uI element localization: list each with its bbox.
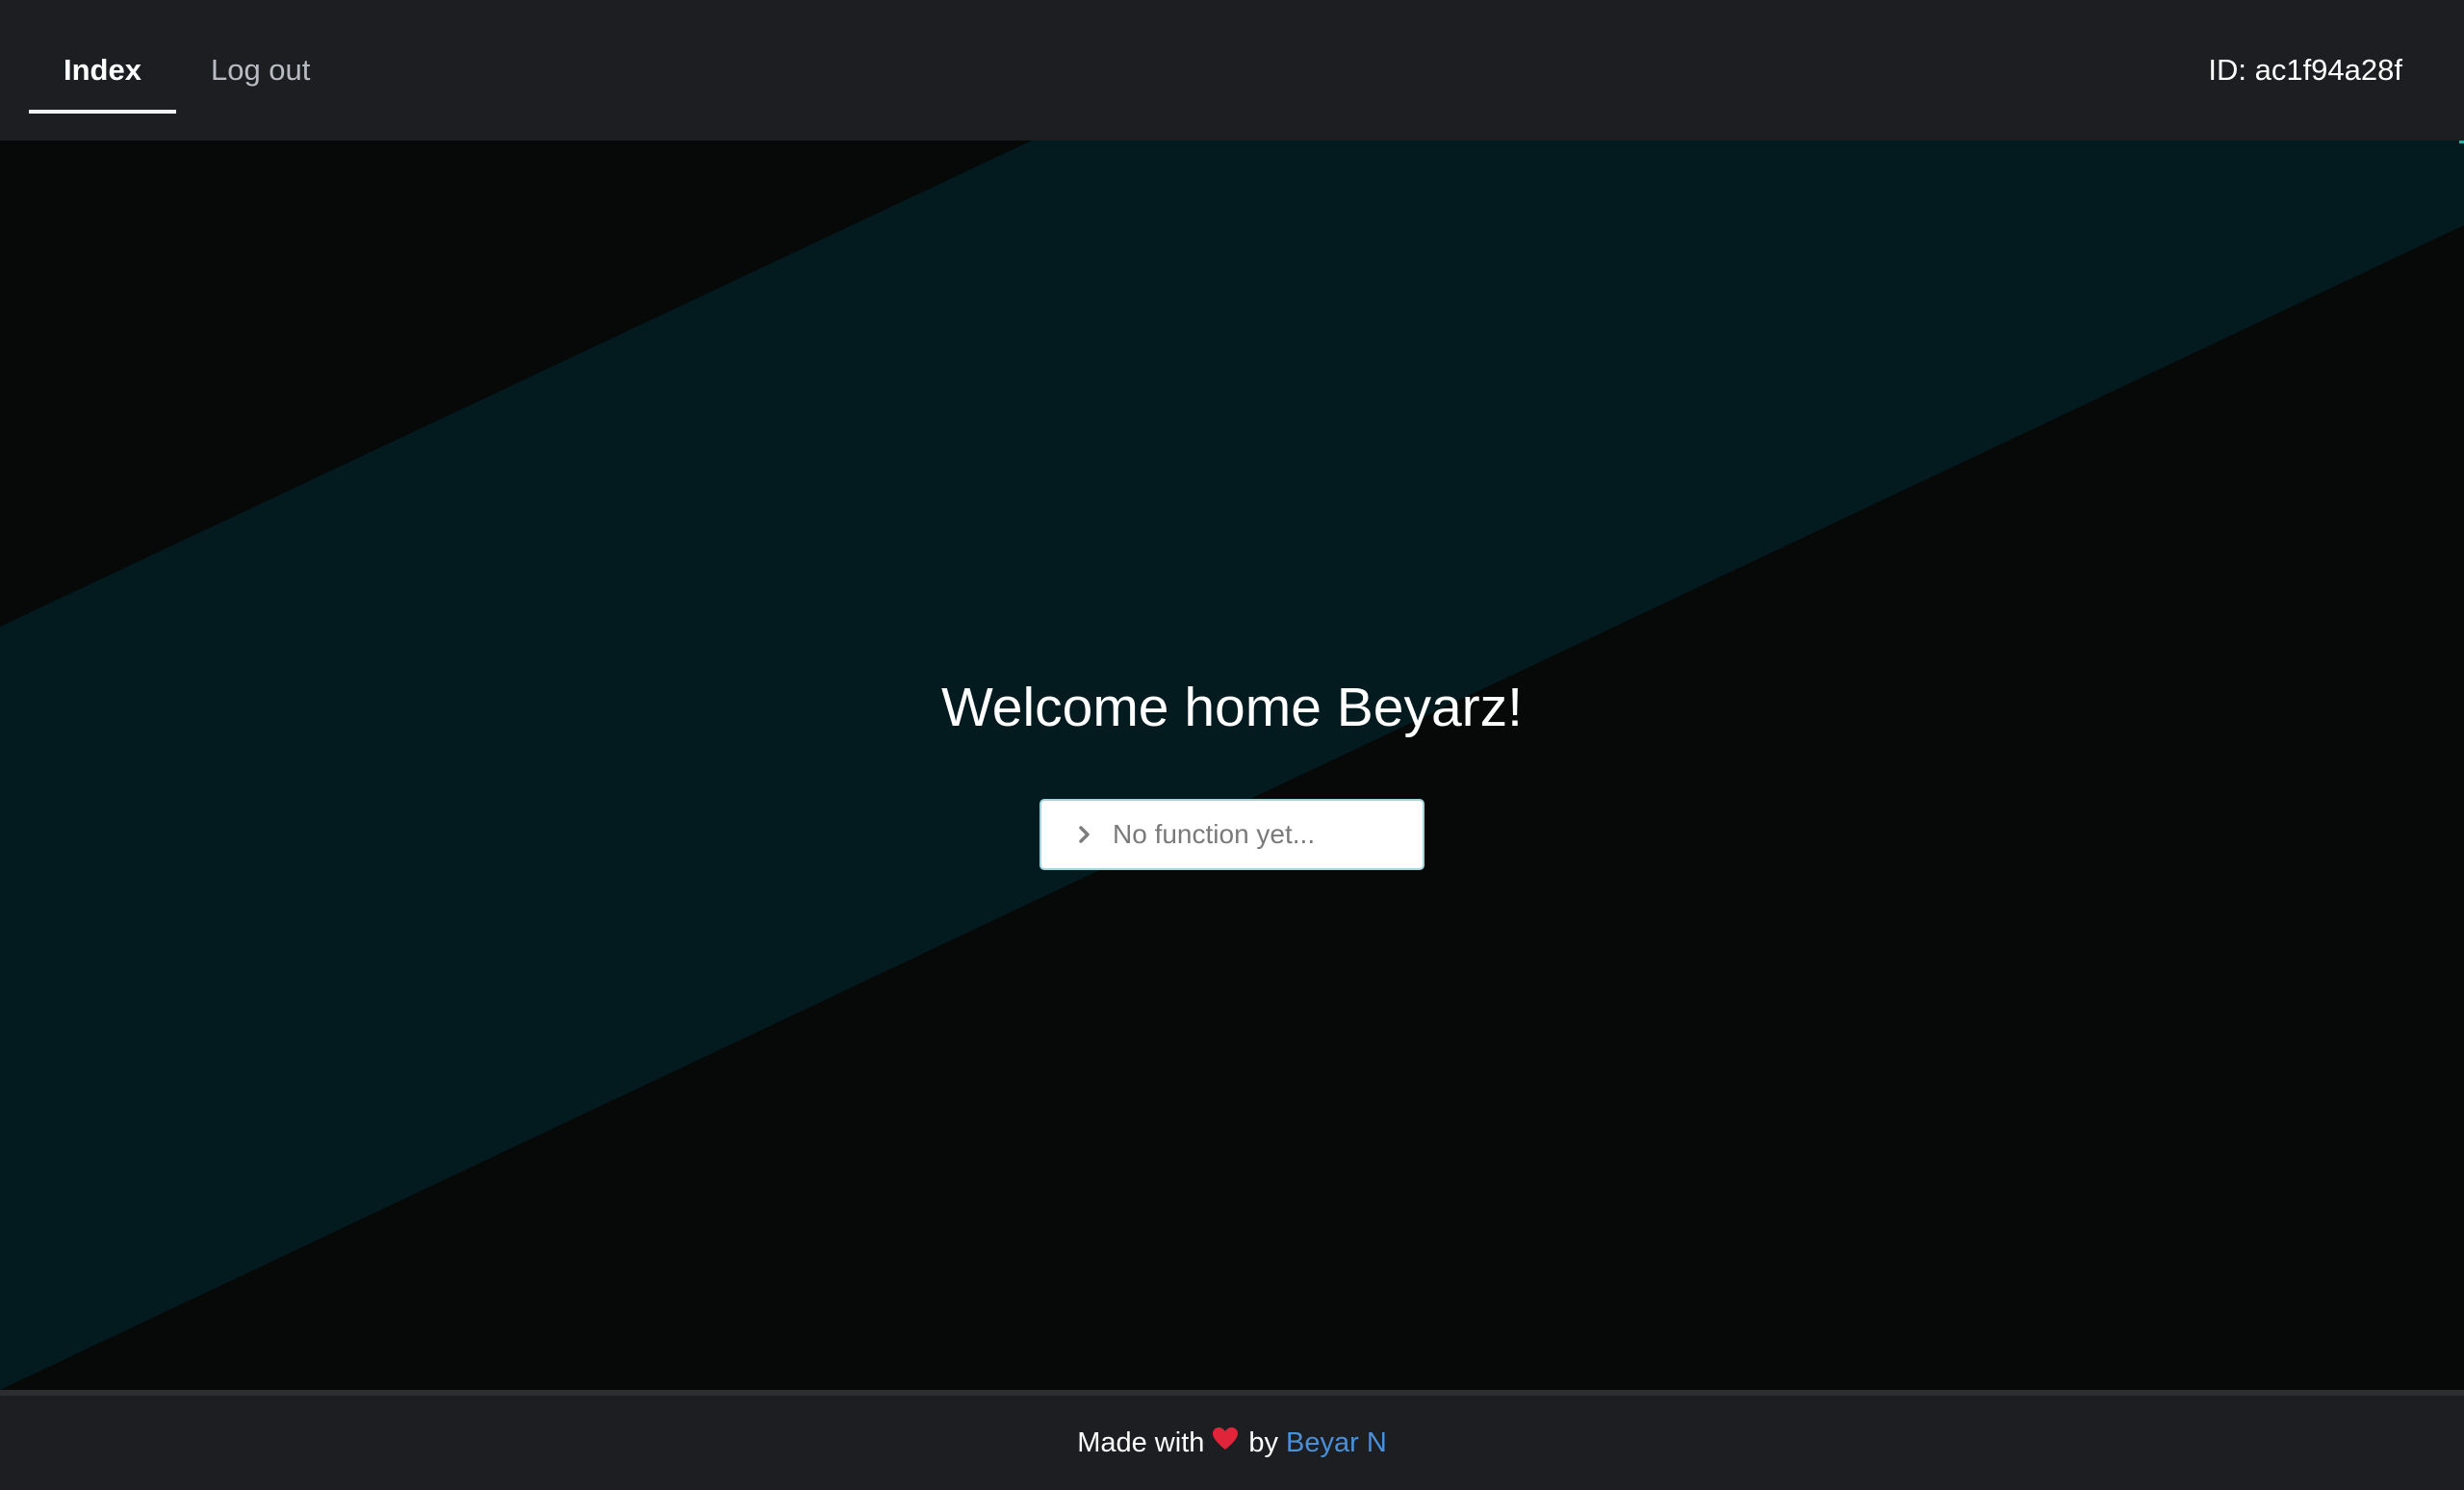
diagonal-band-background (0, 141, 2464, 1390)
footer-by: by (1248, 1426, 1279, 1458)
author-link[interactable]: Beyar N (1286, 1427, 1387, 1459)
heart-icon (1212, 1426, 1239, 1459)
tab-logout[interactable]: Log out (176, 0, 345, 141)
user-id-label: ID: ac1f94a28f (2208, 53, 2402, 87)
tab-index-label: Index (64, 53, 141, 87)
hero-section: Welcome home Beyarz! (0, 141, 2464, 1390)
footer: Made with by Beyar N (0, 1390, 2464, 1490)
command-input[interactable] (1111, 806, 1399, 863)
footer-made-with: Made with (1077, 1426, 1205, 1458)
chevron-right-icon (1068, 825, 1101, 844)
command-input-box[interactable] (1040, 799, 1424, 870)
tab-logout-label: Log out (210, 53, 311, 87)
top-navbar: Index Log out ID: ac1f94a28f (0, 0, 2464, 141)
welcome-heading: Welcome home Beyarz! (940, 677, 1523, 738)
tab-index[interactable]: Index (29, 0, 176, 141)
nav-tabs: Index Log out (29, 0, 345, 141)
